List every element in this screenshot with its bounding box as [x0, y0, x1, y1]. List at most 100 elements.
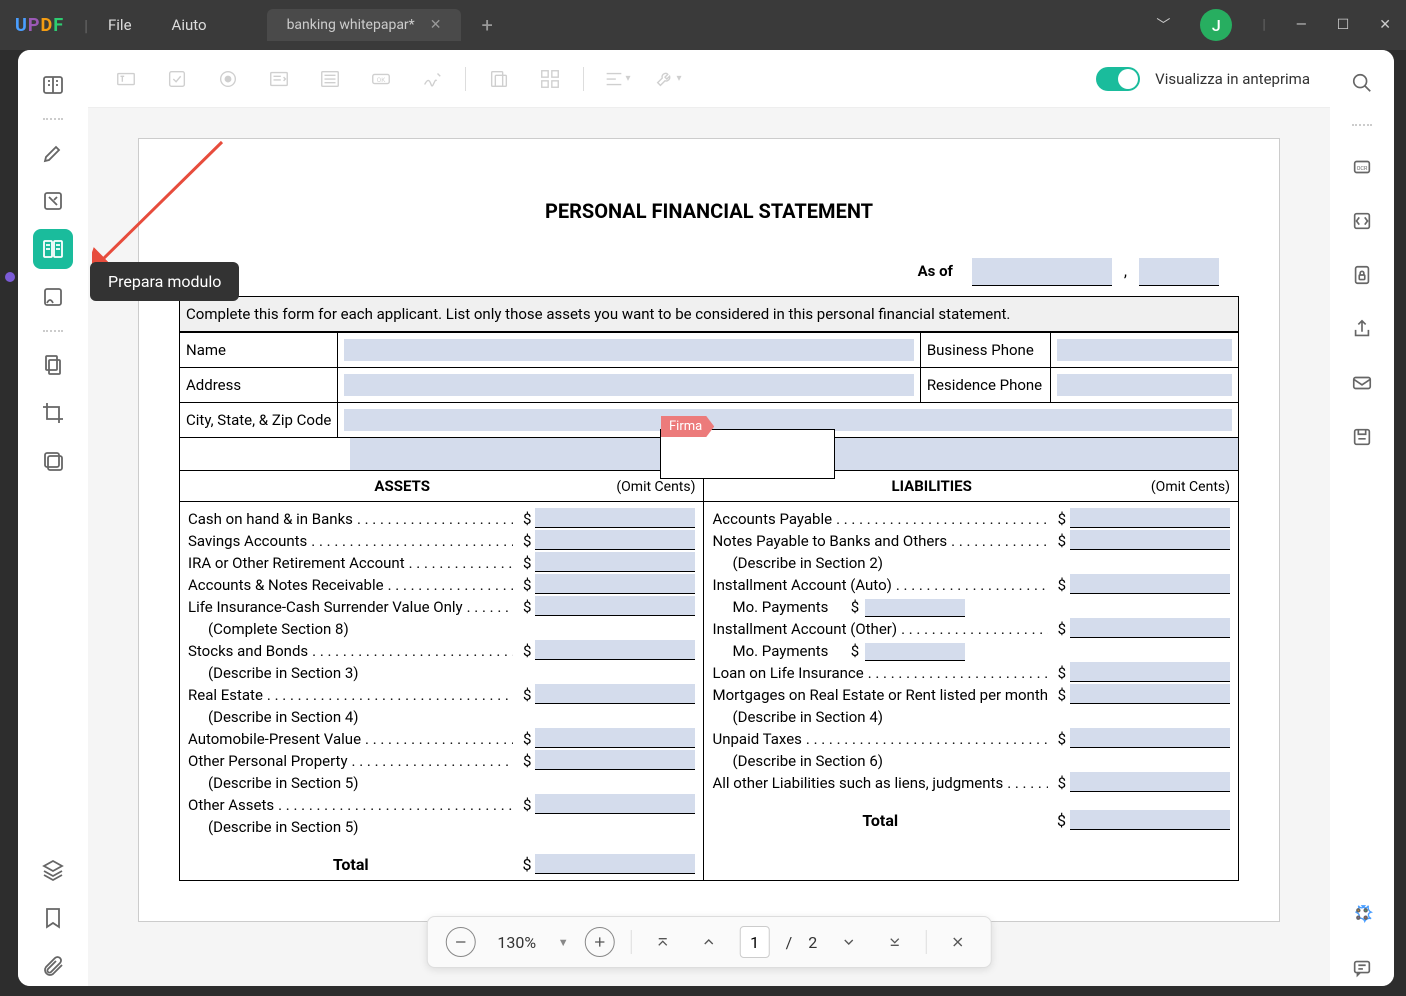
amount-field[interactable] — [1070, 618, 1230, 638]
currency-symbol: $ — [1048, 618, 1066, 640]
currency-symbol: $ — [513, 728, 531, 750]
line-item-sub: (Complete Section 8) — [188, 618, 695, 640]
line-item-label: Other Personal Property — [188, 750, 513, 772]
prev-page-button[interactable] — [694, 927, 724, 957]
form-recognition-icon[interactable] — [481, 61, 517, 97]
business-phone-field[interactable] — [1057, 339, 1232, 361]
comma: , — [1124, 261, 1127, 280]
button-tool-icon[interactable]: OK — [363, 61, 399, 97]
next-page-button[interactable] — [833, 927, 863, 957]
highlight-icon[interactable] — [33, 133, 73, 173]
save-icon[interactable] — [1344, 419, 1380, 455]
workspace: OK ▾ ▾ Visualizza in anteprima PERSONAL … — [18, 50, 1394, 986]
protect-icon[interactable] — [1344, 257, 1380, 293]
comment-icon[interactable] — [1344, 950, 1380, 986]
amount-field[interactable] — [535, 794, 695, 814]
signature-tool-icon[interactable] — [414, 61, 450, 97]
convert-icon[interactable] — [1344, 203, 1380, 239]
assets-total-field[interactable] — [535, 854, 695, 874]
chevron-down-icon[interactable]: ﹀ — [1156, 15, 1170, 35]
city-state-zip-field[interactable] — [344, 409, 1232, 431]
assets-column: ASSETS (Omit Cents) Cash on hand & in Ba… — [180, 471, 704, 880]
menu-file[interactable]: File — [108, 16, 132, 34]
close-window-button[interactable]: ✕ — [1379, 17, 1391, 33]
document-tab[interactable]: banking whitepapar* ✕ — [267, 9, 462, 41]
business-phone-label: Business Phone — [920, 333, 1050, 368]
amount-field[interactable] — [1070, 684, 1230, 704]
currency-symbol: $ — [1048, 811, 1066, 830]
zoom-out-button[interactable] — [446, 927, 476, 957]
fill-sign-icon[interactable] — [33, 277, 73, 317]
first-page-button[interactable] — [648, 927, 678, 957]
bookmark-icon[interactable] — [33, 898, 73, 938]
amount-field[interactable] — [535, 750, 695, 770]
amount-field[interactable] — [1070, 574, 1230, 594]
residence-phone-label: Residence Phone — [920, 368, 1050, 403]
user-avatar[interactable]: J — [1200, 9, 1232, 41]
amount-field[interactable] — [1070, 728, 1230, 748]
page-input[interactable] — [740, 926, 770, 958]
ai-assistant-icon[interactable] — [1344, 896, 1380, 932]
crop-icon[interactable] — [33, 393, 73, 433]
liabilities-total-field[interactable] — [1070, 810, 1230, 830]
line-item-label: IRA or Other Retirement Account — [188, 552, 513, 574]
ocr-icon[interactable]: OCR — [1344, 149, 1380, 185]
attachment-icon[interactable] — [33, 946, 73, 986]
name-field[interactable] — [344, 339, 913, 361]
amount-field[interactable] — [535, 508, 695, 528]
zoom-dropdown-icon[interactable]: ▼ — [558, 936, 569, 949]
minimize-button[interactable]: ― — [1296, 17, 1307, 33]
maximize-button[interactable]: ☐ — [1337, 17, 1350, 33]
asof-year-field[interactable] — [1139, 258, 1219, 286]
currency-symbol: $ — [513, 640, 531, 662]
amount-field[interactable] — [1070, 508, 1230, 528]
amount-field[interactable] — [535, 552, 695, 572]
amount-field[interactable] — [1070, 772, 1230, 792]
amount-field[interactable] — [535, 684, 695, 704]
close-bar-button[interactable] — [942, 927, 972, 957]
preview-toggle[interactable] — [1096, 67, 1140, 91]
menu-help[interactable]: Aiuto — [172, 16, 207, 34]
amount-field[interactable] — [1070, 530, 1230, 550]
line-item: Loan on Life Insurance$ — [712, 662, 1230, 684]
signature-tag[interactable]: Firma — [661, 416, 714, 437]
amount-field[interactable] — [1070, 662, 1230, 682]
mo-payment-field[interactable] — [865, 643, 965, 661]
amount-field[interactable] — [535, 530, 695, 550]
dropdown-tool-icon[interactable] — [261, 61, 297, 97]
edit-text-icon[interactable] — [33, 181, 73, 221]
checkbox-tool-icon[interactable] — [159, 61, 195, 97]
mo-payment-field[interactable] — [865, 599, 965, 617]
zoom-in-button[interactable] — [585, 927, 615, 957]
share-icon[interactable] — [1344, 311, 1380, 347]
address-field[interactable] — [344, 374, 913, 396]
currency-symbol: $ — [513, 530, 531, 552]
line-item: All other Liabilities such as liens, jud… — [712, 772, 1230, 794]
redact-icon[interactable] — [33, 441, 73, 481]
tools-icon[interactable]: ▾ — [650, 61, 686, 97]
grid-tool-icon[interactable] — [532, 61, 568, 97]
email-icon[interactable] — [1344, 365, 1380, 401]
add-tab-button[interactable]: + — [481, 13, 492, 37]
asof-date-field[interactable] — [972, 258, 1112, 286]
listbox-tool-icon[interactable] — [312, 61, 348, 97]
align-tool-icon[interactable]: ▾ — [599, 61, 635, 97]
text-field-tool-icon[interactable] — [108, 61, 144, 97]
last-page-button[interactable] — [879, 927, 909, 957]
prepare-form-icon[interactable] — [33, 229, 73, 269]
amount-field[interactable] — [535, 640, 695, 660]
layers-icon[interactable] — [33, 850, 73, 890]
organize-pages-icon[interactable] — [33, 345, 73, 385]
prepare-form-tooltip: Prepara modulo — [90, 262, 239, 301]
amount-field[interactable] — [535, 596, 695, 616]
amount-field[interactable] — [535, 728, 695, 748]
amount-field[interactable] — [535, 574, 695, 594]
line-item: Accounts Payable$ — [712, 508, 1230, 530]
close-tab-icon[interactable]: ✕ — [430, 17, 442, 33]
name-label: Name — [180, 333, 338, 368]
residence-phone-field[interactable] — [1057, 374, 1232, 396]
search-icon[interactable] — [1344, 65, 1380, 101]
reader-mode-icon[interactable] — [33, 65, 73, 105]
radio-tool-icon[interactable] — [210, 61, 246, 97]
document-viewport[interactable]: PERSONAL FINANCIAL STATEMENT As of , Com… — [88, 108, 1330, 986]
